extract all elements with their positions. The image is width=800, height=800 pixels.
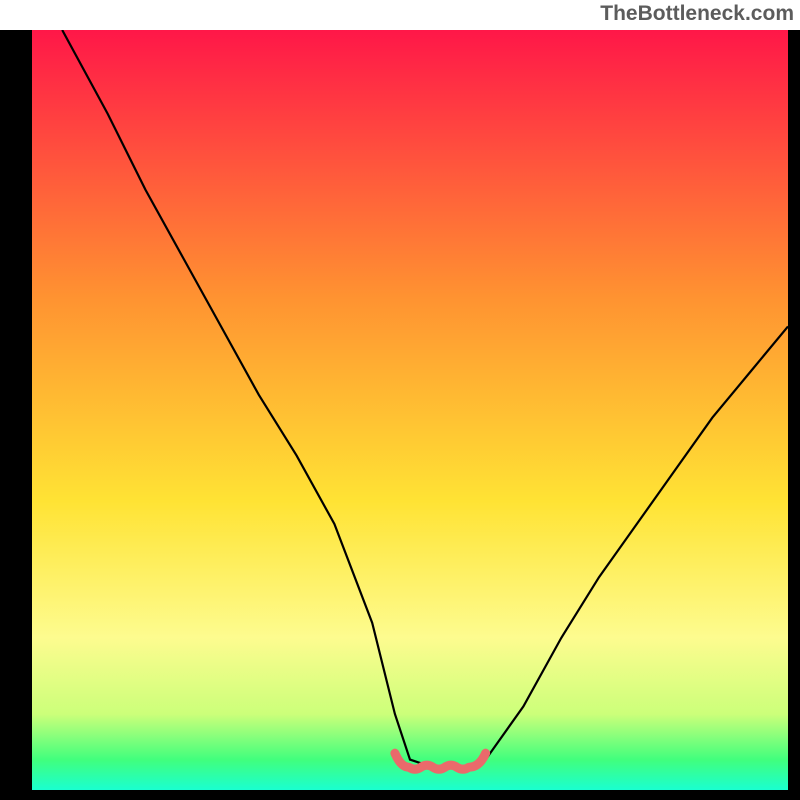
chart-frame: TheBottleneck.com — [0, 0, 800, 800]
chart-plot — [0, 30, 800, 800]
gradient-background — [32, 30, 788, 790]
axis-bottom-mask — [0, 790, 800, 800]
axis-right-mask — [788, 30, 800, 800]
chart-svg — [0, 30, 800, 800]
axis-left-mask — [0, 30, 32, 800]
watermark-text: TheBottleneck.com — [0, 0, 800, 30]
